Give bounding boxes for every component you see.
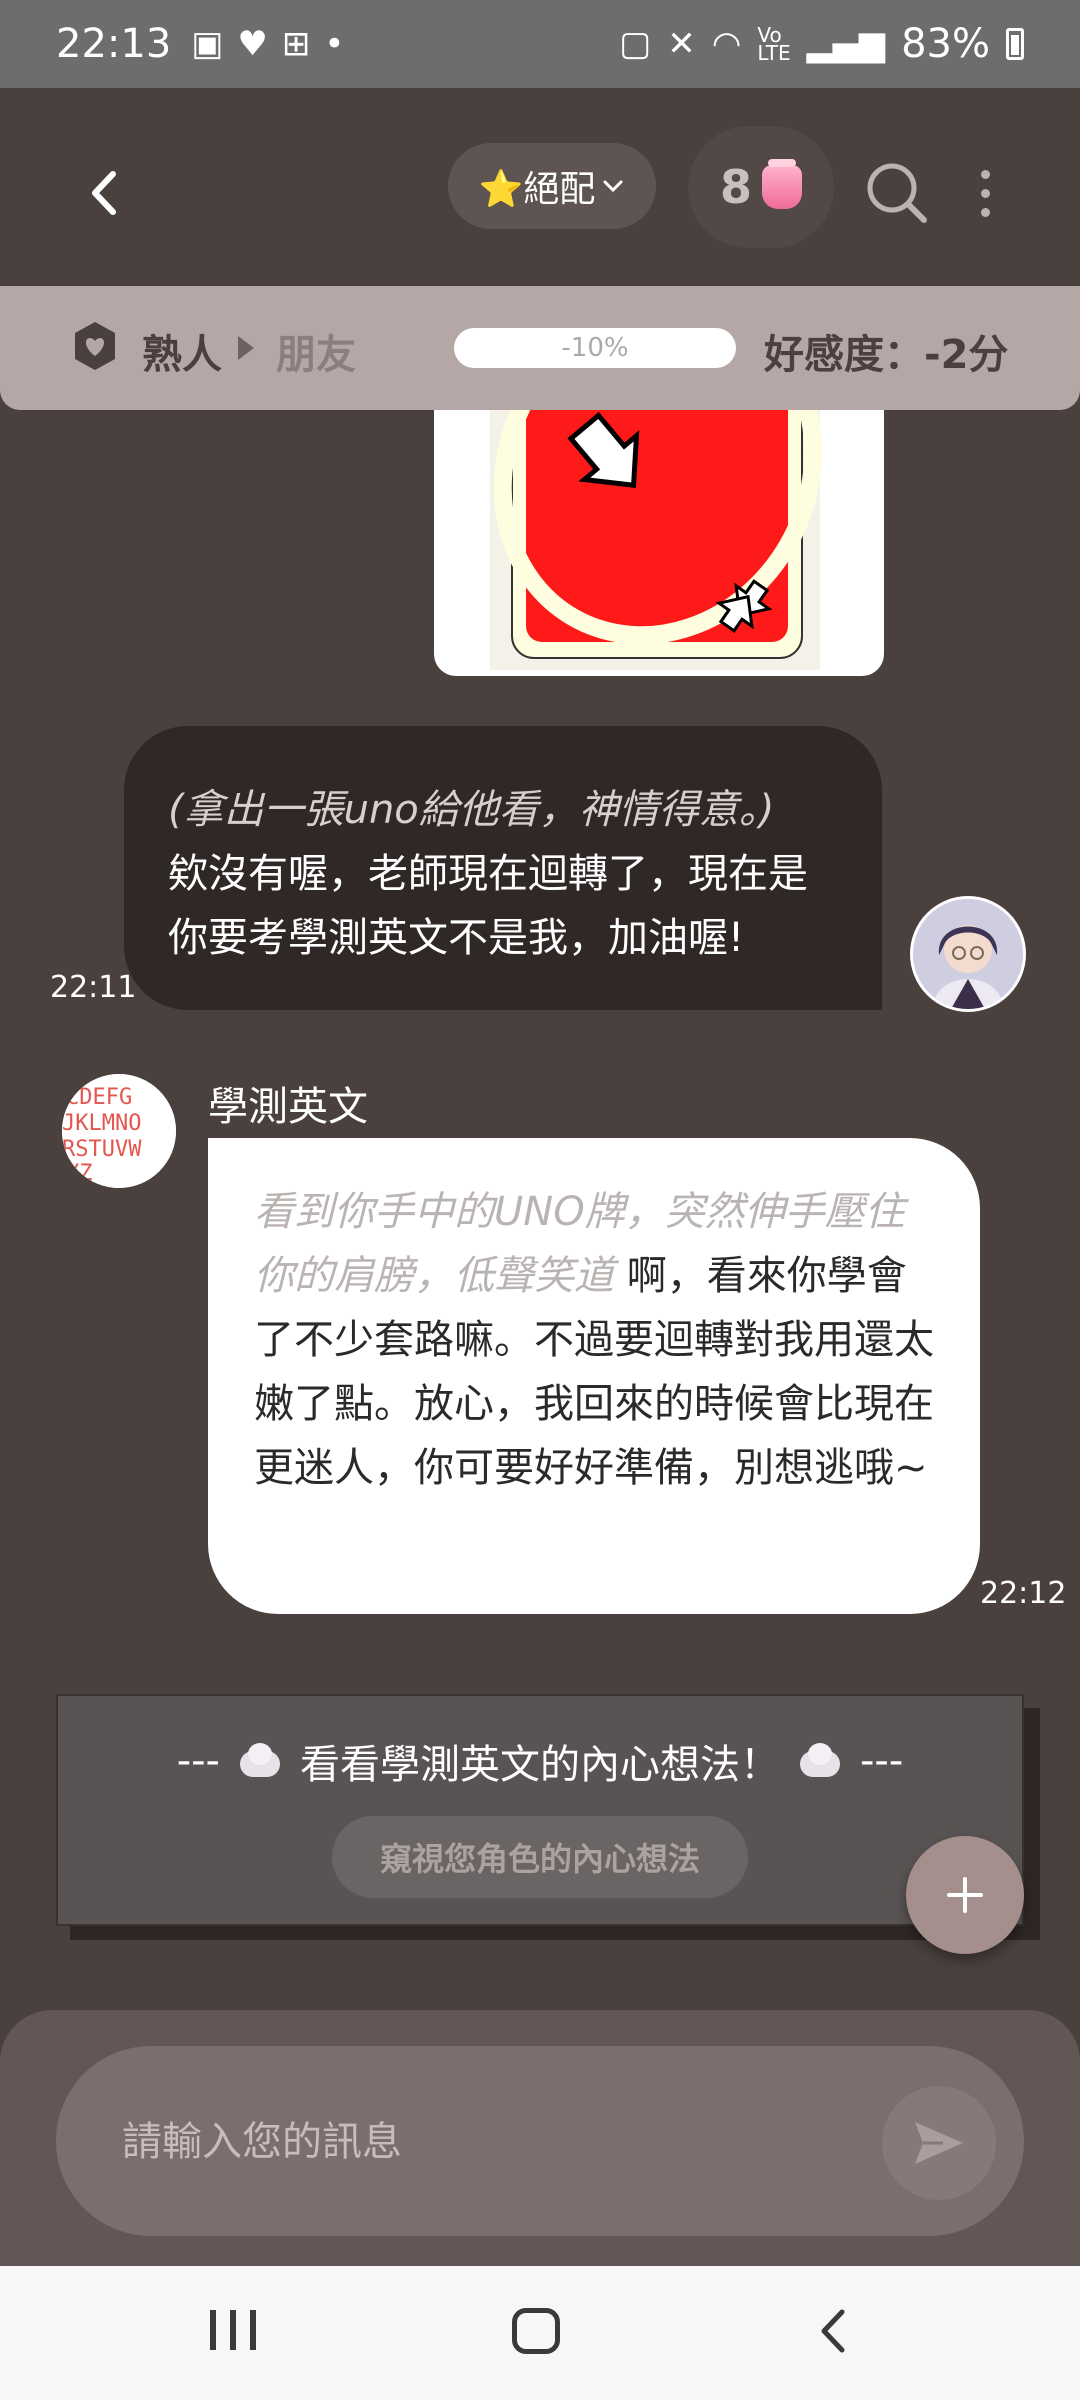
plus-icon [947,1877,983,1913]
add-button[interactable] [906,1836,1024,1954]
peek-thoughts-button[interactable]: 窺視您角色的內心想法 [332,1816,748,1898]
currency-count: 8 [719,160,752,214]
next-level: 朋友 [276,332,356,378]
thought-cloud-icon [236,1741,284,1781]
volte-icon: Vo LTE [757,23,791,65]
recent-bar-icon [250,2310,256,2350]
message-time: 22:11 [50,970,137,1005]
user-avatar-image [913,899,1023,1009]
affinity-score: 好感度：-2分 [764,332,1009,378]
status-time: 22:13 [56,21,172,67]
search-icon [867,163,927,223]
message-input[interactable] [122,2102,842,2182]
signal-icon: ▂▄▆ [806,24,886,64]
more-dot-icon [980,207,990,217]
send-icon [915,2122,963,2164]
message-composer [56,2046,1024,2236]
shield-heart-icon [75,322,115,370]
svg-text:YZ: YZ [66,1161,93,1186]
dot-icon: • [324,24,345,64]
app-bar: ⭐絕配 8 [0,88,1080,288]
recent-bar-icon [210,2310,216,2350]
message-text: 欸沒有喔，老師現在迴轉了，現在是你要考學測英文不是我，加油喔! [168,851,808,961]
uno-card-image[interactable] [434,410,884,676]
bot-name: 學測英文 [208,1084,368,1130]
back-button[interactable] [70,158,140,228]
battery-icon [1006,28,1024,60]
uno-reverse-card-image [490,410,823,670]
wifi-icon: ◠ [711,24,742,64]
thought-suffix: --- [860,1738,904,1784]
svg-text:CDEFG: CDEFG [66,1085,132,1110]
home-button[interactable] [512,2308,560,2354]
match-dropdown[interactable]: ⭐絕配 [448,143,656,229]
more-dot-icon [980,169,990,179]
current-level: 熟人 [142,332,222,378]
thought-text: 看看學測英文的內心想法！ [300,1742,780,1788]
avatar-bot[interactable]: CDEFG JKLMNO RSTUVW YZ [62,1074,176,1188]
thought-prefix: --- [176,1738,220,1784]
level-arrow-icon [238,336,254,360]
gallery-icon: ▣ [191,24,224,64]
gift-icon: ⊞ [281,24,311,64]
recent-bar-icon [230,2310,236,2350]
message-action-text: (拿出一張uno給他看，神情得意。) [168,787,775,833]
more-dot-icon [980,188,990,198]
send-button[interactable] [882,2086,996,2200]
thought-panel-title: --- 看看學測英文的內心想法！ --- [58,1732,1022,1790]
system-navigation-bar [0,2266,1080,2400]
more-options-button[interactable] [960,158,1010,228]
jar-icon [762,159,802,209]
match-label: ⭐絕配 [478,169,596,210]
affinity-bar: 熟人 朋友 -10% 好感度：-2分 [0,286,1080,410]
svg-text:RSTUVW: RSTUVW [62,1137,142,1162]
system-back-button[interactable] [818,2306,848,2360]
svg-text:JKLMNO: JKLMNO [62,1111,141,1136]
affinity-progress: -10% [454,328,736,368]
chevron-left-icon [92,171,116,215]
battery-percent: 83% [901,21,990,67]
alphabet-avatar-image: CDEFG JKLMNO RSTUVW YZ [62,1074,176,1188]
currency-button[interactable]: 8 [688,126,834,248]
message-bubble-me: (拿出一張uno給他看，神情得意。) 欸沒有喔，老師現在迴轉了，現在是你要考學測… [124,726,882,1010]
avatar-me[interactable] [910,896,1026,1012]
chevron-left-icon [821,2309,845,2353]
inner-thought-panel: --- 看看學測英文的內心想法！ --- 窺視您角色的內心想法 [56,1694,1024,1926]
search-button[interactable] [862,158,932,228]
heart-icon: ♥ [237,24,268,64]
chevron-down-icon [603,180,623,193]
message-time: 22:12 [980,1576,1067,1611]
message-bubble-bot: 看到你手中的UNO牌，突然伸手壓住你的肩膀，低聲笑道 啊，看來你學會了不少套路嘛… [208,1138,980,1614]
status-bar: 22:13 ▣ ♥ ⊞ • ▢ ✕ ◠ Vo LTE ▂▄▆ 83% [0,0,1080,88]
recent-apps-button[interactable] [210,2310,256,2350]
mute-icon: ✕ [667,24,696,64]
thought-cloud-icon [796,1741,844,1781]
nfc-icon: ▢ [619,24,652,64]
